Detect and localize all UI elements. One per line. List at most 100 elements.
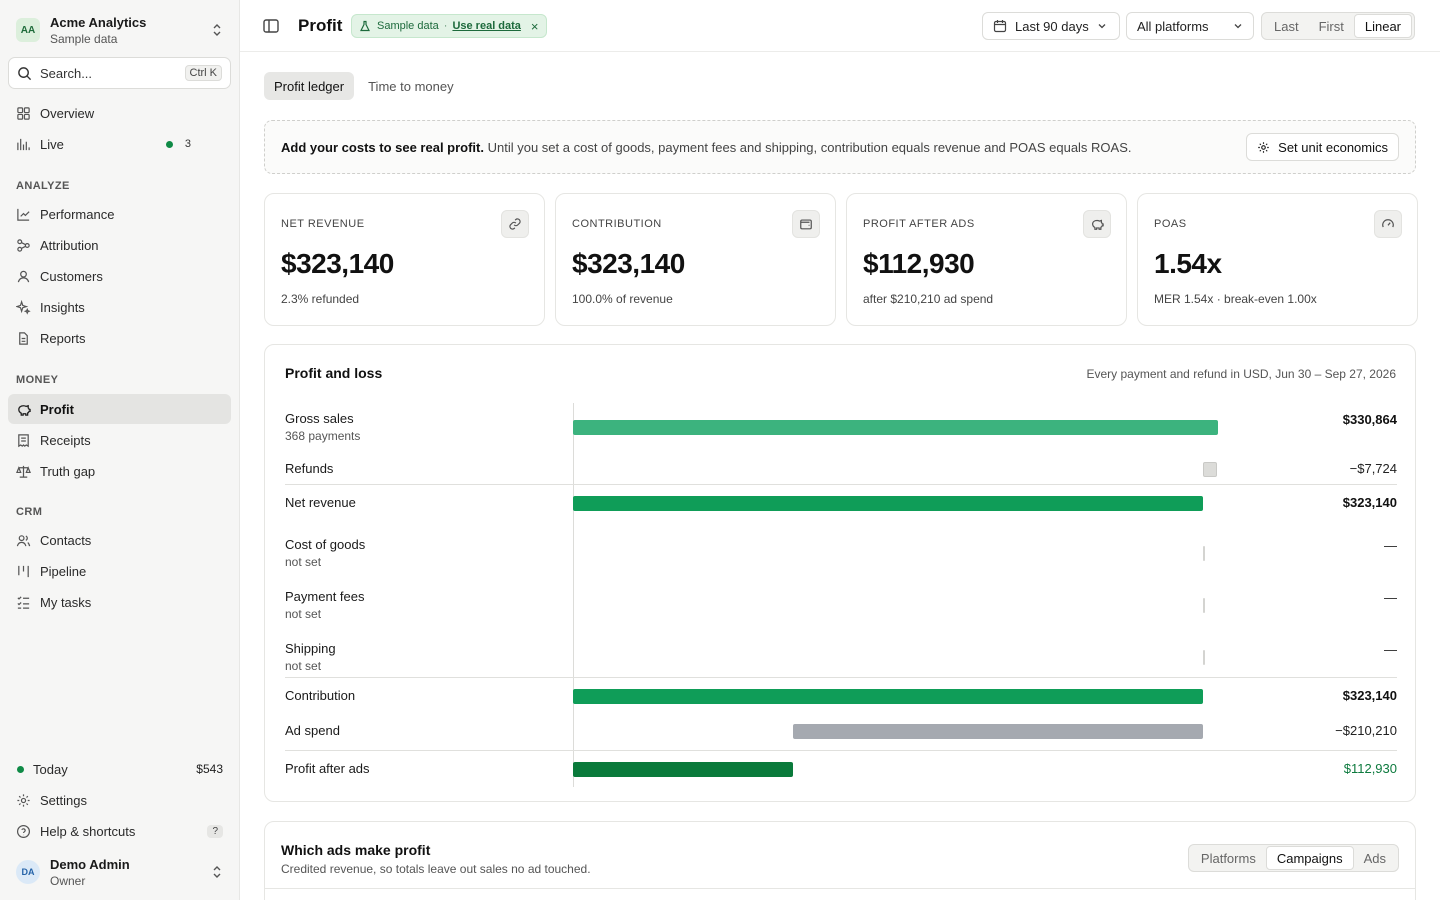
pl-row-sublabel: not set — [285, 555, 322, 569]
pl-row: Net revenue $323,140 — [285, 484, 1397, 520]
sidebar: AA Acme Analytics Sample data Search... … — [0, 0, 240, 900]
pl-row: Ad spend −$210,210 — [285, 713, 1397, 749]
user-menu[interactable]: DA Demo Admin Owner — [8, 852, 231, 892]
help-circle-icon — [16, 824, 31, 838]
pl-row-label: Net revenue — [285, 495, 356, 510]
kpi-poas: POAS 1.54x MER 1.54x · break-even 1.00x — [1137, 193, 1418, 326]
kpi-value: 1.54x — [1154, 248, 1222, 279]
nav-overview[interactable]: Overview — [8, 98, 231, 128]
view-campaigns[interactable]: Campaigns — [1265, 846, 1354, 870]
kpi-subtext: 100.0% of revenue — [572, 292, 673, 306]
nav-live-label: Live — [40, 136, 64, 152]
nav-receipts[interactable]: Receipts — [8, 425, 231, 455]
today-revenue[interactable]: Today $543 — [8, 754, 231, 784]
nav-help[interactable]: Help & shortcuts ? — [8, 816, 231, 846]
pl-row: Cost of goods not set — — [285, 529, 1397, 581]
set-unit-economics-label: Set unit economics — [1278, 139, 1388, 155]
nav-overview-label: Overview — [40, 105, 95, 121]
kanban-icon — [18, 565, 29, 577]
nav-contacts[interactable]: Contacts — [8, 525, 231, 555]
help-shortcut: ? — [207, 824, 223, 838]
platform-select[interactable]: All platforms — [1126, 12, 1254, 40]
piggy-bank-icon — [1083, 210, 1111, 238]
chevron-up-down-icon — [213, 866, 221, 878]
tab-time-to-money[interactable]: Time to money — [358, 72, 464, 100]
pl-row: Contribution $323,140 — [285, 677, 1397, 713]
pl-bar — [1203, 462, 1217, 477]
pl-row: Payment fees not set — — [285, 581, 1397, 633]
pl-row-value: — — [1384, 538, 1397, 553]
use-real-data-link[interactable]: Use real data — [452, 20, 520, 32]
view-ads[interactable]: Ads — [1354, 846, 1396, 870]
kpi-contribution: CONTRIBUTION $323,140 100.0% of revenue — [555, 193, 836, 326]
date-range-select[interactable]: Last 90 days — [982, 12, 1120, 40]
pl-row-label: Gross sales — [285, 411, 354, 426]
page-tabs: Profit ledger Time to money — [264, 72, 468, 100]
chart-icon — [17, 208, 30, 221]
nav-my-tasks[interactable]: My tasks — [8, 587, 231, 617]
user-name: Demo Admin — [50, 856, 130, 872]
pl-title: Profit and loss — [285, 365, 383, 381]
section-crm: CRM — [16, 506, 43, 518]
link-icon — [501, 210, 529, 238]
nav-performance-label: Performance — [40, 206, 115, 222]
notice-text: Add your costs to see real profit. Until… — [281, 140, 1246, 155]
nav-pipeline-label: Pipeline — [40, 563, 87, 579]
nav-performance[interactable]: Performance — [8, 199, 231, 229]
kpi-label: PROFIT AFTER ADS — [863, 218, 975, 230]
pl-row-value: −$7,724 — [1349, 461, 1397, 476]
pl-bar — [1203, 598, 1205, 613]
nav-profit-label: Profit — [40, 401, 74, 417]
kpi-value: $112,930 — [863, 248, 975, 279]
checklist-icon — [17, 595, 30, 609]
pl-bar — [573, 762, 793, 777]
receipt-icon — [18, 433, 29, 447]
sample-data-label: Sample data — [377, 20, 439, 32]
today-value: $543 — [196, 762, 223, 776]
workspace-subtitle: Sample data — [50, 31, 118, 46]
sidebar-toggle-icon[interactable] — [262, 17, 280, 35]
nav-reports[interactable]: Reports — [8, 323, 231, 353]
user-icon — [17, 270, 30, 282]
workspace-switcher[interactable]: AA Acme Analytics Sample data — [8, 8, 231, 52]
platform-value: All platforms — [1137, 18, 1209, 34]
ads-view-toggle: Platforms Campaigns Ads — [1187, 844, 1399, 872]
nav-profit[interactable]: Profit — [8, 394, 231, 424]
attribution-model-toggle: Last First Linear — [1261, 12, 1415, 40]
nav-settings-label: Settings — [40, 792, 87, 808]
nav-truth-gap[interactable]: Truth gap — [8, 456, 231, 486]
attribution-last[interactable]: Last — [1264, 14, 1309, 38]
set-unit-economics-button[interactable]: Set unit economics — [1246, 133, 1399, 161]
pl-row-value: $112,930 — [1343, 761, 1397, 776]
section-money: MONEY — [16, 374, 59, 386]
pl-bar — [573, 496, 1203, 511]
nav-settings[interactable]: Settings — [8, 785, 231, 815]
nav-pipeline[interactable]: Pipeline — [8, 556, 231, 586]
nav-contacts-label: Contacts — [40, 532, 92, 548]
profit-and-loss-card: Profit and loss Every payment and refund… — [264, 344, 1416, 802]
view-platforms[interactable]: Platforms — [1191, 846, 1266, 870]
date-range-value: Last 90 days — [1015, 18, 1089, 34]
pl-row-value: −$210,210 — [1335, 723, 1397, 738]
nav-customers[interactable]: Customers — [8, 261, 231, 291]
nav-attribution[interactable]: Attribution — [8, 230, 231, 260]
pl-row-sublabel: not set — [285, 659, 322, 673]
search-shortcut: Ctrl K — [184, 65, 222, 81]
search-placeholder: Search... — [40, 65, 93, 81]
attribution-linear[interactable]: Linear — [1353, 14, 1412, 38]
search-input[interactable]: Search... Ctrl K — [8, 57, 231, 89]
nav-insights[interactable]: Insights — [8, 292, 231, 322]
close-icon[interactable]: × — [531, 19, 539, 34]
pl-row-label: Contribution — [285, 688, 356, 703]
nav-live[interactable]: Live 3 — [8, 129, 231, 159]
pl-bar — [1203, 546, 1205, 561]
ads-divider — [265, 888, 1415, 889]
pl-row: Gross sales 368 payments $330,864 — [285, 403, 1397, 455]
grid-icon — [17, 106, 30, 120]
pl-meta: Every payment and refund in USD, Jun 30 … — [1086, 367, 1396, 381]
tab-profit-ledger[interactable]: Profit ledger — [264, 72, 355, 100]
cost-setup-notice: Add your costs to see real profit. Until… — [264, 120, 1416, 174]
attribution-first[interactable]: First — [1309, 14, 1354, 38]
pl-row-label: Profit after ads — [285, 761, 370, 776]
share-nodes-icon — [17, 238, 30, 252]
